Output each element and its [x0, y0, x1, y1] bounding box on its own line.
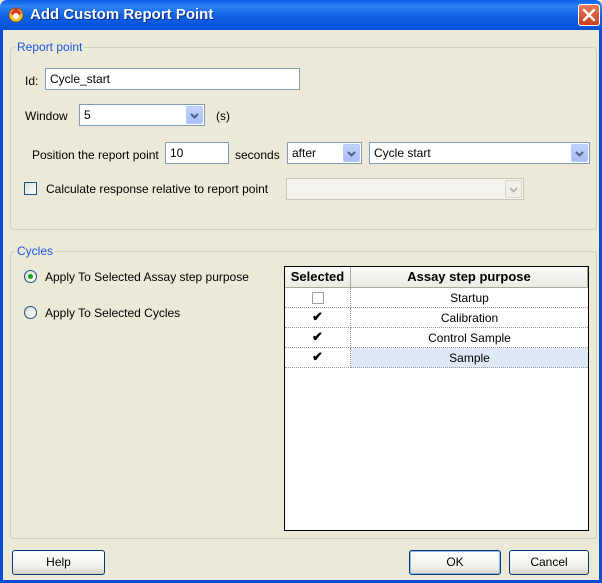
selected-cycles-radio[interactable] — [24, 306, 37, 319]
relative-report-point-select[interactable] — [286, 178, 524, 200]
cycles-legend: Cycles — [17, 244, 54, 258]
check-icon[interactable]: ✔ — [312, 330, 323, 344]
radio-dot-icon — [28, 274, 33, 279]
purpose-cell: Startup — [351, 288, 588, 308]
table-row[interactable]: ✔ Calibration — [285, 308, 588, 328]
chevron-down-icon — [509, 187, 518, 193]
position-field[interactable]: 10 — [165, 142, 229, 164]
column-header-assay-step-purpose[interactable]: Assay step purpose — [351, 267, 588, 288]
chevron-down-icon — [575, 151, 584, 157]
selected-cell[interactable]: ✔ — [285, 308, 351, 328]
app-icon — [8, 7, 24, 23]
column-header-selected[interactable]: Selected — [285, 267, 351, 288]
event-select-value: Cycle start — [374, 146, 431, 160]
ok-button[interactable]: OK — [409, 550, 501, 575]
direction-select-value: after — [292, 146, 317, 160]
table-row[interactable]: ✔ Control Sample — [285, 328, 588, 348]
selected-cell[interactable]: ✔ — [285, 328, 351, 348]
purpose-cell: Sample — [351, 348, 588, 368]
assay-purpose-radio[interactable] — [24, 270, 37, 283]
window-label: Window — [25, 109, 68, 123]
close-button[interactable] — [578, 4, 600, 26]
assay-purpose-table[interactable]: Selected Assay step purpose Startup ✔ Ca… — [284, 266, 589, 531]
check-icon[interactable]: ✔ — [312, 310, 323, 324]
table-row[interactable]: Startup — [285, 288, 588, 308]
purpose-cell: Calibration — [351, 308, 588, 328]
relative-label[interactable]: Calculate response relative to report po… — [46, 182, 268, 196]
purpose-cell: Control Sample — [351, 328, 588, 348]
relative-dropdown-button[interactable] — [505, 180, 522, 198]
direction-select[interactable]: after — [287, 142, 362, 164]
direction-dropdown-button[interactable] — [343, 144, 360, 162]
window-select[interactable]: 5 — [79, 104, 205, 126]
report-point-legend: Report point — [17, 40, 83, 54]
event-dropdown-button[interactable] — [571, 144, 588, 162]
help-button[interactable]: Help — [12, 550, 105, 575]
assay-purpose-option-label[interactable]: Apply To Selected Assay step purpose — [45, 270, 249, 284]
chevron-down-icon — [190, 113, 199, 119]
selected-cycles-option-label[interactable]: Apply To Selected Cycles — [45, 306, 180, 320]
row-checkbox-unchecked[interactable] — [312, 292, 324, 304]
window-title: Add Custom Report Point — [30, 6, 214, 23]
check-icon[interactable]: ✔ — [312, 350, 323, 364]
id-label: Id: — [25, 74, 39, 88]
close-icon — [582, 8, 596, 22]
position-label: Position the report point — [32, 148, 159, 162]
id-field[interactable]: Cycle_start — [45, 68, 300, 90]
event-select[interactable]: Cycle start — [369, 142, 590, 164]
chevron-down-icon — [347, 151, 356, 157]
title-bar[interactable]: Add Custom Report Point — [0, 0, 602, 30]
table-row[interactable]: ✔ Sample — [285, 348, 588, 368]
relative-checkbox[interactable] — [24, 182, 37, 195]
cancel-button[interactable]: Cancel — [509, 550, 589, 575]
window-select-value: 5 — [84, 108, 91, 122]
selected-cell[interactable]: ✔ — [285, 348, 351, 368]
seconds-label: seconds — [235, 148, 280, 162]
selected-cell[interactable] — [285, 288, 351, 308]
window-unit-label: (s) — [216, 109, 230, 123]
window-dropdown-button[interactable] — [186, 106, 203, 124]
